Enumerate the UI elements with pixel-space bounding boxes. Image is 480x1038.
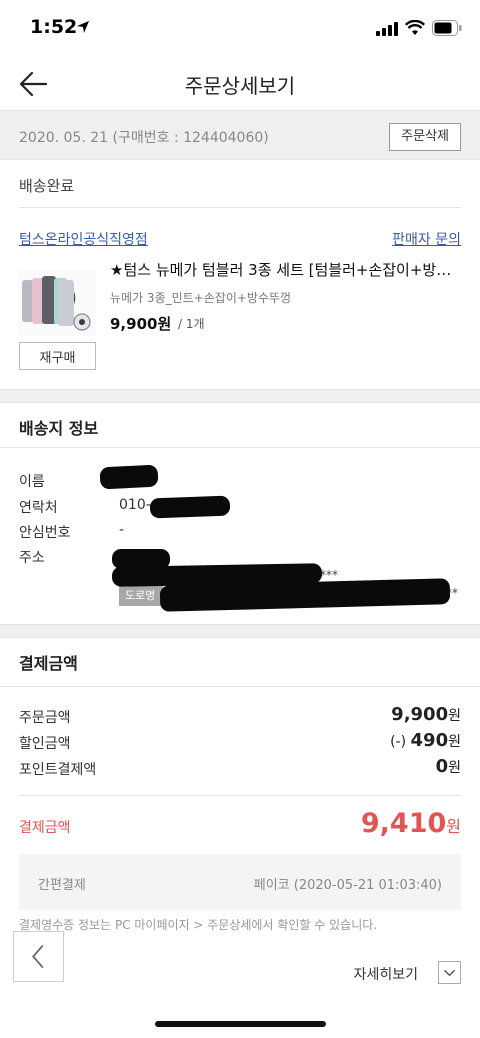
safe-number-label: 안심번호 — [19, 525, 71, 541]
page-title: 주문상세보기 — [184, 74, 296, 98]
payment-method-value: 페이코 (2020-05-21 01:03:40) — [253, 878, 442, 893]
product-quantity: / 1개 — [178, 317, 205, 331]
seller-link[interactable]: 텀스온라인공식직영점 — [19, 229, 148, 249]
total-amount: 9,410 — [360, 808, 447, 839]
nav-bar: 주문상세보기 — [0, 58, 480, 110]
receipt-note: 결제영수증 정보는 PC 마이페이지 > 주문상세에서 확인할 수 있습니다. — [19, 918, 378, 932]
phone-value: 010- — [119, 497, 151, 513]
order-amount-label: 주문금액 — [19, 710, 71, 726]
payment-method-label: 간편결제 — [38, 878, 86, 893]
order-date-number: 2020. 05. 21 (구매번호 : 124404060) — [19, 130, 269, 146]
status-time: 1:52 — [30, 16, 78, 38]
discount-amount-label: 할인금액 — [19, 736, 71, 752]
masked-text: *** — [320, 568, 338, 582]
name-label: 이름 — [19, 474, 45, 490]
product-image[interactable] — [18, 270, 96, 336]
floating-back-button[interactable] — [13, 931, 64, 982]
location-arrow-icon — [77, 21, 89, 33]
product-option: 뉴메가 3종_민트+손잡이+방수뚜껑 — [110, 291, 292, 305]
wifi-icon — [405, 20, 425, 35]
payment-method-box: 간편결제 페이코 (2020-05-21 01:03:40) — [19, 854, 461, 910]
total-amount-label: 결제금액 — [19, 820, 71, 836]
divider — [0, 447, 480, 448]
status-bar: 1:52 — [0, 0, 480, 58]
home-indicator — [155, 1021, 326, 1027]
divider — [0, 686, 480, 687]
product-name[interactable]: ★텀스 뉴메가 텀블러 3종 세트 [텀블러+손잡이+방수뚜껑] — [110, 259, 462, 280]
chevron-down-icon[interactable] — [438, 961, 461, 984]
safe-number-value: - — [119, 522, 125, 538]
order-header: 2020. 05. 21 (구매번호 : 124404060) 주문삭제 — [0, 110, 480, 160]
redaction-mark — [149, 495, 231, 519]
seller-inquiry-link[interactable]: 판매자 문의 — [392, 229, 461, 249]
rebuy-button[interactable]: 재구매 — [19, 342, 96, 370]
product-price: 9,900원 — [110, 315, 172, 333]
point-payment-value: 0원 — [435, 756, 461, 777]
redaction-mark — [99, 464, 159, 490]
total-amount-value: 9,410원 — [361, 808, 461, 839]
section-separator — [0, 389, 480, 403]
delivery-status: 배송완료 — [19, 177, 75, 195]
battery-icon — [432, 20, 462, 36]
total-unit: 원 — [446, 817, 461, 836]
order-amount-value: 9,900원 — [391, 704, 461, 725]
divider — [19, 207, 461, 208]
section-separator — [0, 624, 480, 638]
point-payment-label: 포인트결제액 — [19, 762, 97, 778]
phone-label: 연락처 — [19, 500, 58, 516]
discount-amount-value: (-) 490원 — [390, 730, 461, 751]
delete-order-button[interactable]: 주문삭제 — [389, 123, 461, 151]
divider — [19, 795, 461, 796]
payment-section-title: 결제금액 — [19, 654, 78, 673]
shipping-section-title: 배송지 정보 — [19, 419, 99, 438]
address-label: 주소 — [19, 550, 45, 566]
cellular-signal-icon — [376, 22, 398, 36]
road-address-badge: 도로명 — [119, 586, 163, 606]
view-details-link[interactable]: 자세히보기 — [354, 964, 418, 984]
